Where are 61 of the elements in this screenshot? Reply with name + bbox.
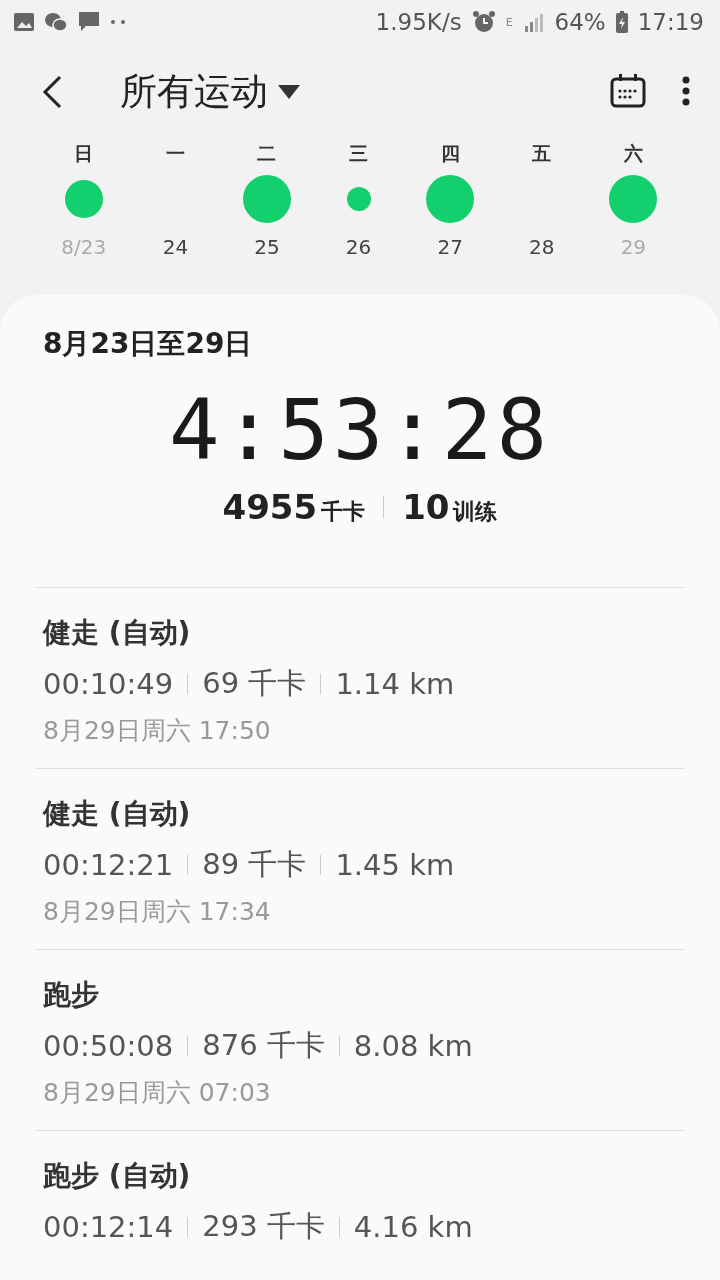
activity-duration: 00:12:14 — [43, 1210, 174, 1244]
calories-total: 4955 — [222, 487, 318, 527]
weekday-label: 日 — [74, 141, 94, 166]
alarm-icon — [471, 10, 496, 34]
network-type: E — [505, 15, 513, 29]
gallery-icon — [14, 13, 34, 31]
activity-calories: 876 千卡 — [202, 1027, 325, 1064]
activity-calories: 69 千卡 — [202, 665, 307, 702]
activity-duration: 00:12:21 — [43, 848, 174, 882]
network-speed: 1.95K/s — [375, 9, 462, 35]
weekday-label: 一 — [165, 141, 185, 166]
signal-icon — [522, 12, 545, 32]
activity-item[interactable]: 跑步 (自动) 00:12:14 293 千卡 4.16 km — [35, 1131, 685, 1280]
workouts-unit: 训练 — [453, 498, 498, 526]
back-button[interactable] — [40, 74, 64, 110]
activity-distance: 8.08 km — [353, 1029, 473, 1063]
date-label[interactable]: 25 — [254, 231, 280, 263]
activity-filter-dropdown[interactable]: 所有运动 — [120, 67, 300, 117]
weekday-label: 五 — [532, 141, 552, 166]
weekday-label: 三 — [349, 141, 369, 166]
chat-icon — [44, 12, 68, 32]
calories-unit: 千卡 — [321, 498, 366, 526]
activity-date: 8月29日周六 07:03 — [43, 1077, 272, 1109]
weekday-label: 二 — [257, 141, 277, 166]
activity-distance: 4.16 km — [353, 1210, 473, 1244]
activity-duration: 00:50:08 — [43, 1029, 174, 1063]
battery-icon — [615, 11, 628, 33]
activity-dot — [243, 175, 291, 223]
date-range: 8月23日至29日 — [42, 326, 254, 362]
activity-name: 跑步 (自动) — [43, 1158, 192, 1194]
more-notifications-icon — [110, 19, 126, 25]
activity-name: 健走 (自动) — [43, 615, 192, 651]
workouts-count: 10 — [402, 487, 450, 527]
activity-dot — [426, 175, 475, 223]
activity-date: 8月29日周六 17:50 — [43, 715, 272, 747]
weekday-label: 四 — [440, 141, 460, 166]
clock: 17:19 — [637, 9, 704, 35]
date-label[interactable]: 28 — [529, 231, 555, 263]
dropdown-caret-icon — [278, 85, 300, 99]
activity-item[interactable]: 健走 (自动) 00:12:21 89 千卡 1.45 km 8月29日周六 17:34 — [35, 769, 685, 950]
activity-item[interactable]: 跑步 00:50:08 876 千卡 8.08 km 8月29日周六 07:03 — [35, 950, 685, 1131]
date-label[interactable]: 26 — [345, 231, 372, 263]
activity-duration: 00:10:49 — [43, 667, 174, 701]
date-label[interactable]: 27 — [437, 231, 463, 263]
activity-distance: 1.14 km — [335, 667, 455, 701]
activity-dot — [64, 180, 103, 218]
activity-dot — [609, 175, 658, 223]
total-duration: 4:53:28 — [168, 385, 552, 475]
activity-name: 健走 (自动) — [43, 796, 192, 832]
activity-calories: 89 千卡 — [202, 846, 307, 883]
date-label[interactable]: 24 — [162, 231, 189, 263]
activity-calories: 293 千卡 — [202, 1208, 325, 1245]
activity-dot — [346, 187, 371, 211]
activity-name: 跑步 — [43, 977, 100, 1013]
message-icon — [78, 11, 100, 33]
battery-level: 64% — [554, 9, 606, 35]
activity-date: 8月29日周六 17:34 — [43, 896, 272, 928]
activity-item[interactable]: 健走 (自动) 00:10:49 69 千卡 1.14 km 8月29日周六 17:50 — [35, 588, 685, 769]
activity-distance: 1.45 km — [335, 848, 455, 882]
calendar-button[interactable] — [610, 73, 646, 111]
weekday-label: 六 — [623, 141, 643, 166]
